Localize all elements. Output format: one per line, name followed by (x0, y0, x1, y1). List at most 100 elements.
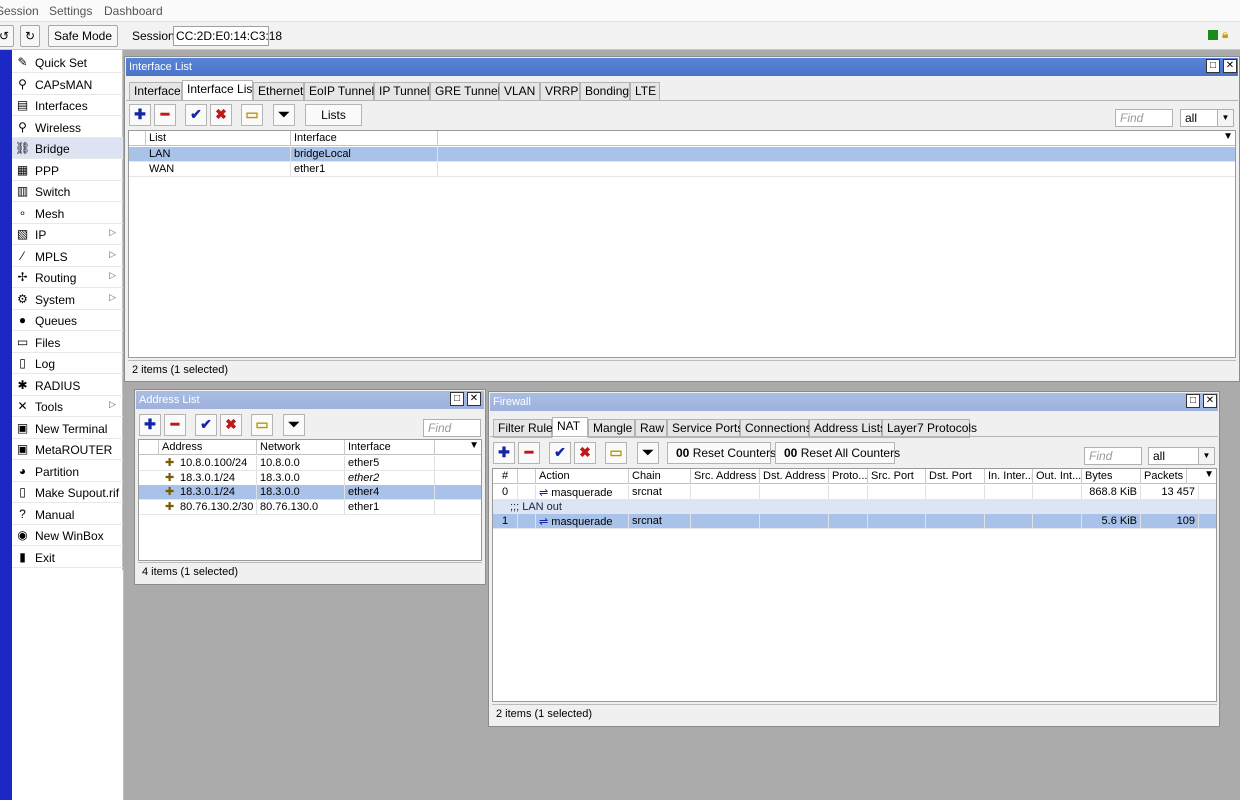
maximize-icon[interactable]: □ (1206, 59, 1220, 73)
sidebar-item-radius[interactable]: ✱ RADIUS (12, 375, 123, 396)
undo-button[interactable]: ↺ (0, 25, 14, 47)
sidebar-item-bridge[interactable]: ⛓ Bridge (12, 138, 123, 159)
column-src-port[interactable]: Src. Port (868, 469, 926, 484)
tab-vrrp[interactable]: VRRP (540, 82, 580, 101)
rule-comment-row[interactable]: ;;; LAN out (493, 499, 1216, 515)
table-row[interactable]: ✚ 80.76.130.2/30 80.76.130.0 ether1 (139, 499, 481, 515)
comment-button[interactable]: ▭ (251, 414, 273, 436)
remove-button[interactable]: ━ (164, 414, 186, 436)
table-row[interactable]: 1 ⇌ masquerade srcnat 5.6 KiB 109 (493, 514, 1216, 529)
remove-button[interactable]: ━ (154, 104, 176, 126)
sidebar-item-system[interactable]: ⚙ System ▷ (12, 289, 123, 310)
column-action[interactable]: Action (536, 469, 629, 484)
column-network[interactable]: Network (257, 440, 345, 455)
column-list[interactable]: List (146, 131, 291, 146)
reset-counters-button[interactable]: 00 Reset Counters (667, 442, 776, 464)
column-interface[interactable]: Interface (291, 131, 438, 146)
table-row[interactable]: ✚ 18.3.0.1/24 18.3.0.0 ether2 (139, 470, 481, 486)
sidebar-item-ip[interactable]: ▧ IP ▷ (12, 224, 123, 245)
tab-lte[interactable]: LTE (630, 82, 660, 101)
close-icon[interactable]: ✕ (1223, 59, 1237, 73)
add-button[interactable]: ✚ (493, 442, 515, 464)
sidebar-item-interfaces[interactable]: ▤ Interfaces (12, 95, 123, 116)
table-row[interactable]: ✚ 18.3.0.1/24 18.3.0.0 ether4 (139, 485, 481, 500)
menu-settings[interactable]: Settings (49, 4, 92, 18)
tab-bonding[interactable]: Bonding (580, 82, 630, 101)
column-src-address[interactable]: Src. Address (691, 469, 760, 484)
tab-gre-tunnel[interactable]: GRE Tunnel (430, 82, 500, 101)
find-input[interactable]: Find (1115, 109, 1173, 127)
redo-button[interactable]: ↻ (20, 25, 40, 47)
enable-button[interactable]: ✔ (185, 104, 207, 126)
column-menu-icon[interactable]: ▼ (1223, 131, 1233, 142)
sidebar-item-routing[interactable]: ✢ Routing ▷ (12, 267, 123, 288)
menu-dashboard[interactable]: Dashboard (104, 4, 163, 18)
filter-select[interactable]: all ▼ (1148, 447, 1215, 465)
tab-interface[interactable]: Interface (129, 82, 182, 101)
sidebar-item-make-supout-rif[interactable]: ▯ Make Supout.rif (12, 482, 123, 503)
disable-button[interactable]: ✖ (220, 414, 242, 436)
disable-button[interactable]: ✖ (574, 442, 596, 464)
tab-eoip-tunnel[interactable]: EoIP Tunnel (304, 82, 374, 101)
column-dst-port[interactable]: Dst. Port (926, 469, 985, 484)
tab-ip-tunnel[interactable]: IP Tunnel (374, 82, 430, 101)
tab-interface-list[interactable]: Interface List (182, 80, 256, 101)
column-menu-icon[interactable]: ▼ (469, 440, 479, 451)
maximize-icon[interactable]: □ (450, 392, 464, 406)
safe-mode-button[interactable]: Safe Mode (48, 25, 118, 47)
column-in-inter[interactable]: In. Inter... (985, 469, 1033, 484)
column-dst-address[interactable]: Dst. Address (760, 469, 829, 484)
enable-button[interactable]: ✔ (195, 414, 217, 436)
filter-button[interactable]: ⏷ (273, 104, 295, 126)
menu-session[interactable]: Session (0, 4, 39, 18)
column-menu-icon[interactable]: ▼ (1204, 469, 1214, 480)
table-row[interactable]: LAN bridgeLocal (129, 147, 1235, 162)
close-icon[interactable]: ✕ (467, 392, 481, 406)
sidebar-item-log[interactable]: ▯ Log (12, 353, 123, 374)
find-input[interactable]: Find (1084, 447, 1142, 465)
filter-select[interactable]: all ▼ (1180, 109, 1234, 127)
column-bytes[interactable]: Bytes (1082, 469, 1141, 484)
filter-button[interactable]: ⏷ (283, 414, 305, 436)
close-icon[interactable]: ✕ (1203, 394, 1217, 408)
table-row[interactable]: WAN ether1 (129, 162, 1235, 177)
column-packets[interactable]: Packets (1141, 469, 1188, 484)
tab-nat[interactable]: NAT (552, 417, 588, 438)
column-out-int[interactable]: Out. Int... (1033, 469, 1082, 484)
sidebar-item-new-terminal[interactable]: ▣ New Terminal (12, 418, 123, 439)
sidebar-item-capsman[interactable]: ⚲ CAPsMAN (12, 74, 123, 95)
sidebar-item-files[interactable]: ▭ Files (12, 332, 123, 353)
sidebar-item-metarouter[interactable]: ▣ MetaROUTER (12, 439, 123, 460)
tab-ethernet[interactable]: Ethernet (253, 82, 304, 101)
sidebar-item-ppp[interactable]: ▦ PPP (12, 160, 123, 181)
add-button[interactable]: ✚ (129, 104, 151, 126)
enable-button[interactable]: ✔ (549, 442, 571, 464)
find-input[interactable]: Find (423, 419, 481, 437)
comment-button[interactable]: ▭ (241, 104, 263, 126)
sidebar-item-manual[interactable]: ? Manual (12, 504, 123, 525)
filter-button[interactable]: ⏷ (637, 442, 659, 464)
lists-button[interactable]: Lists (305, 104, 362, 126)
column-number[interactable]: # (493, 469, 518, 484)
sidebar-item-switch[interactable]: ▥ Switch (12, 181, 123, 202)
sidebar-item-queues[interactable]: ● Queues (12, 310, 123, 331)
session-field[interactable]: CC:2D:E0:14:C3:18 (173, 26, 282, 46)
column-address[interactable]: Address (159, 440, 257, 455)
maximize-icon[interactable]: □ (1186, 394, 1200, 408)
sidebar-item-exit[interactable]: ▮ Exit (12, 547, 123, 568)
column-proto[interactable]: Proto... (829, 469, 868, 484)
comment-button[interactable]: ▭ (605, 442, 627, 464)
sidebar-item-wireless[interactable]: ⚲ Wireless (12, 117, 123, 138)
disable-button[interactable]: ✖ (210, 104, 232, 126)
column-chain[interactable]: Chain (629, 469, 691, 484)
table-row[interactable]: ✚ 10.8.0.100/24 10.8.0.0 ether5 (139, 456, 481, 471)
sidebar-item-quick-set[interactable]: ✎ Quick Set (12, 52, 123, 73)
sidebar-item-new-winbox[interactable]: ◉ New WinBox (12, 525, 123, 546)
sidebar-item-mesh[interactable]: ∘ Mesh (12, 203, 123, 224)
sidebar-item-tools[interactable]: ✕ Tools ▷ (12, 396, 123, 417)
table-row[interactable]: 0 ⇌ masquerade srcnat 868.8 KiB 13 457 (493, 485, 1216, 500)
sidebar-item-partition[interactable]: ◕ Partition (12, 461, 123, 482)
column-interface[interactable]: Interface (345, 440, 435, 455)
tab-vlan[interactable]: VLAN (499, 82, 540, 101)
reset-all-counters-button[interactable]: 00 Reset All Counters (775, 442, 900, 464)
